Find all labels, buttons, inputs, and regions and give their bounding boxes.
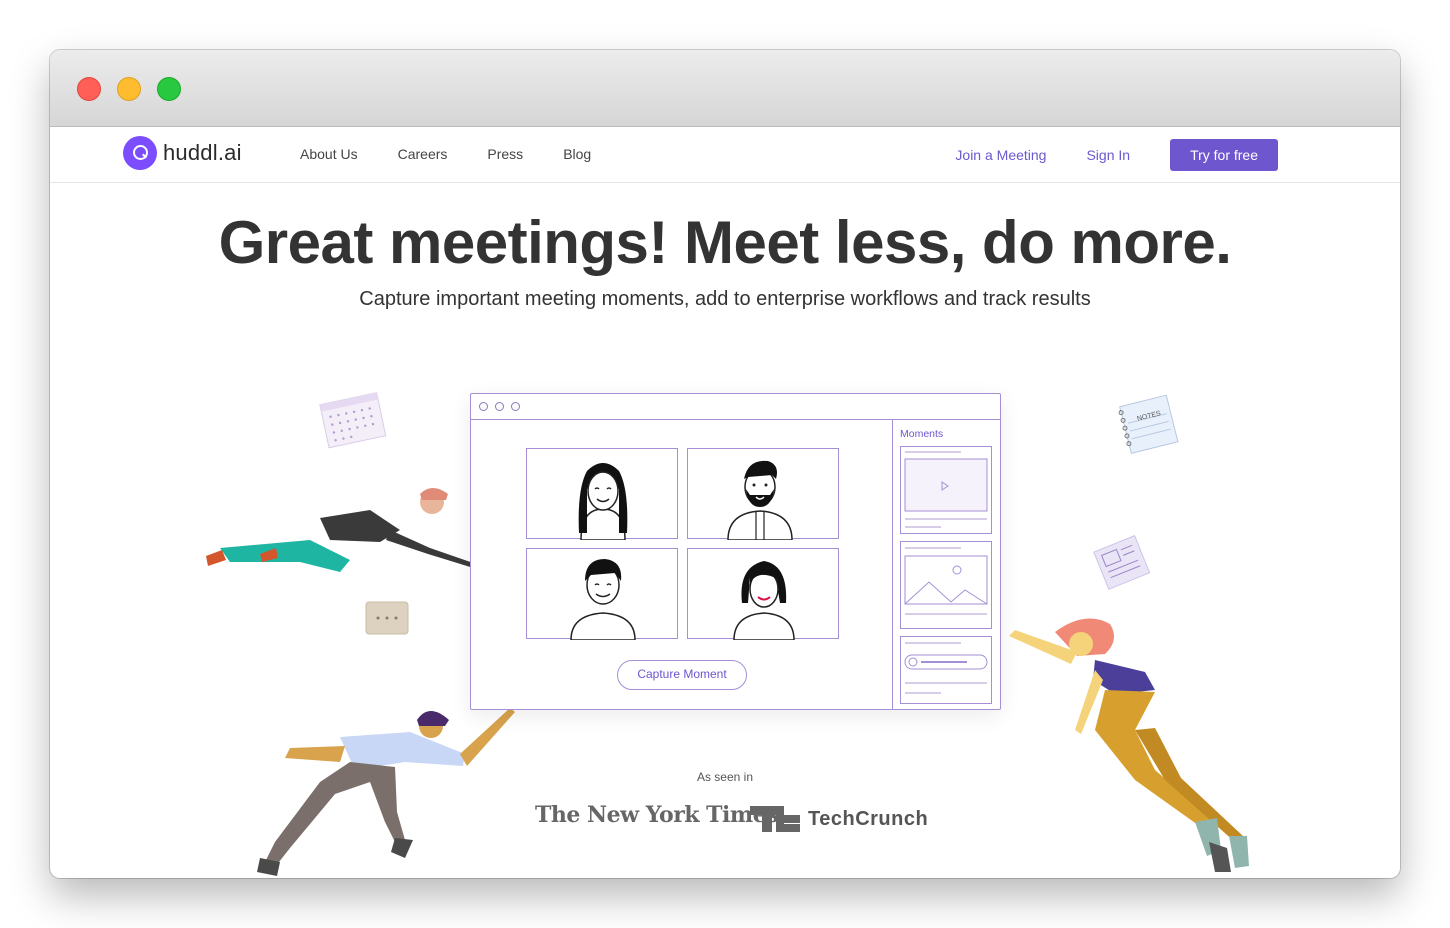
join-meeting-link[interactable]: Join a Meeting bbox=[955, 147, 1046, 163]
calendar-icon bbox=[319, 392, 387, 449]
mockup-dot bbox=[479, 402, 488, 411]
avatar-young-man-icon bbox=[570, 559, 636, 641]
video-tile bbox=[687, 548, 839, 641]
maximize-window-button[interactable] bbox=[157, 77, 181, 101]
sign-in-link[interactable]: Sign In bbox=[1086, 147, 1130, 163]
window-titlebar bbox=[50, 50, 1400, 127]
flying-man-illustration bbox=[206, 488, 482, 572]
moment-card-image bbox=[900, 541, 992, 629]
close-window-button[interactable] bbox=[77, 77, 101, 101]
chat-bubble-icon bbox=[365, 601, 409, 635]
avatar-woman-bob-icon bbox=[733, 561, 795, 641]
hero-title: Great meetings! Meet less, do more. bbox=[218, 209, 1232, 276]
minimize-window-button[interactable] bbox=[117, 77, 141, 101]
browser-window: huddl.ai About Us Careers Press Blog Joi… bbox=[50, 50, 1400, 878]
flying-woman-illustration bbox=[1009, 618, 1249, 872]
nav-press[interactable]: Press bbox=[487, 146, 523, 162]
nav-about-us[interactable]: About Us bbox=[300, 146, 358, 162]
moment-card-video bbox=[900, 446, 992, 534]
document-icon bbox=[1093, 535, 1151, 590]
techcrunch-logo[interactable]: TechCrunch bbox=[750, 806, 928, 832]
video-tile bbox=[687, 448, 839, 541]
techcrunch-icon bbox=[750, 806, 800, 832]
header-actions: Join a Meeting Sign In Try for free bbox=[955, 139, 1278, 171]
nav-careers[interactable]: Careers bbox=[398, 146, 448, 162]
video-tile bbox=[526, 548, 678, 641]
site-header: huddl.ai About Us Careers Press Blog Joi… bbox=[50, 127, 1400, 183]
moment-card-audio bbox=[900, 636, 992, 704]
notepad-icon: NOTES bbox=[1118, 394, 1179, 454]
try-for-free-button[interactable]: Try for free bbox=[1170, 139, 1278, 171]
as-seen-in-label: As seen in bbox=[696, 770, 754, 784]
app-mockup: Capture Moment Moments bbox=[470, 393, 1001, 710]
avatar-woman-icon bbox=[578, 463, 628, 541]
mockup-dot bbox=[495, 402, 504, 411]
nytimes-logo[interactable]: The New York Times bbox=[535, 802, 779, 828]
avatar-bearded-man-icon bbox=[727, 460, 793, 541]
brand-name: huddl.ai bbox=[163, 140, 242, 165]
hero-subtitle: Capture important meeting moments, add t… bbox=[359, 288, 1091, 310]
capture-moment-button[interactable]: Capture Moment bbox=[617, 660, 747, 690]
moments-label: Moments bbox=[900, 428, 944, 440]
mockup-dot bbox=[511, 402, 520, 411]
primary-nav: About Us Careers Press Blog bbox=[300, 146, 631, 162]
techcrunch-text: TechCrunch bbox=[808, 807, 929, 830]
nav-blog[interactable]: Blog bbox=[563, 146, 591, 162]
brand-logo[interactable]: huddl.ai bbox=[123, 136, 242, 170]
moments-panel: Moments bbox=[892, 420, 1000, 709]
mockup-titlebar bbox=[471, 394, 1000, 420]
video-tile bbox=[526, 448, 678, 541]
huddl-logo-icon bbox=[123, 136, 157, 170]
